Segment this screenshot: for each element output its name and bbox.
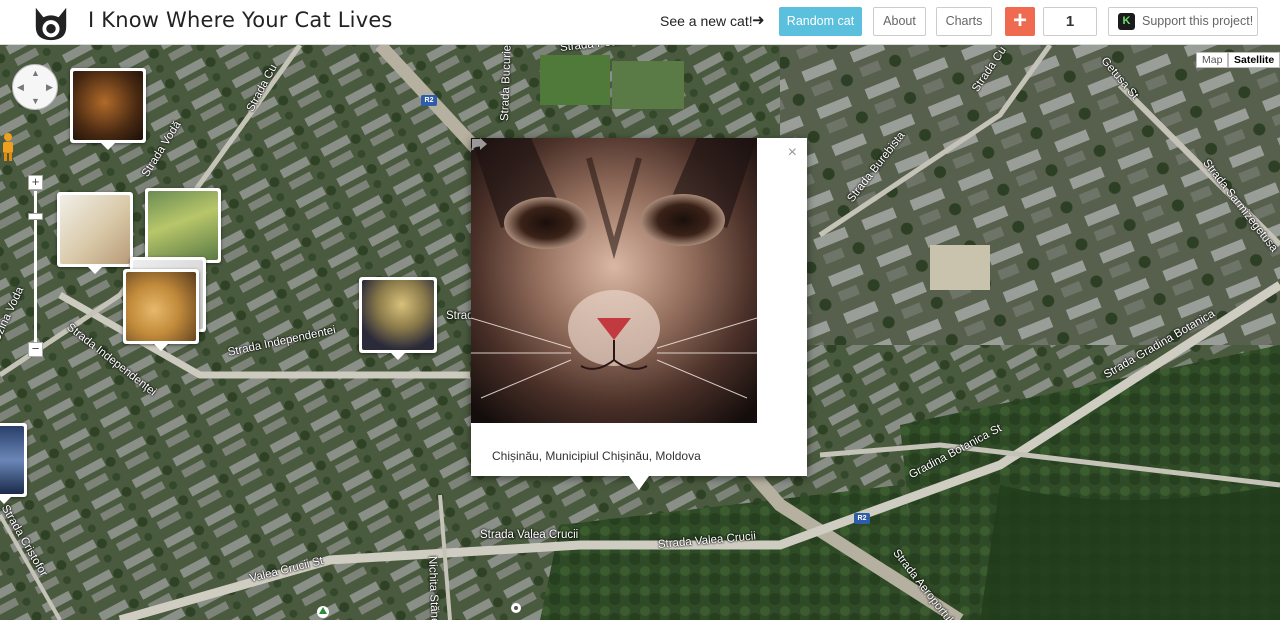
cat-popup: × Chișinău, Municipiul Chișinău, Moldova xyxy=(471,138,807,490)
cat-marker[interactable] xyxy=(57,192,133,274)
pan-right-icon[interactable]: ▶ xyxy=(46,82,53,93)
pan-left-icon[interactable]: ◀ xyxy=(17,82,24,93)
cat-photo[interactable] xyxy=(471,138,757,423)
street-view-pegman-icon[interactable] xyxy=(0,132,16,162)
share-arrow-icon[interactable] xyxy=(471,138,487,151)
site-title[interactable]: I Know Where Your Cat Lives xyxy=(88,8,393,32)
satellite-map[interactable]: Strada Cu Strada Independenței Strada In… xyxy=(0,45,1280,620)
map-type-map-button[interactable]: Map xyxy=(1196,52,1229,68)
pan-up-icon[interactable]: ▲ xyxy=(31,68,40,78)
route-badge: R2 xyxy=(854,513,870,524)
cat-location: Chișinău, Municipiul Chișinău, Moldova xyxy=(492,449,701,463)
plus-count: 1 xyxy=(1043,7,1097,36)
pan-control[interactable]: ▲ ◀ ▶ ▼ xyxy=(12,64,58,110)
poi-icon xyxy=(511,603,521,613)
map-label: Strada Valea Crucii xyxy=(480,529,579,541)
random-cat-button[interactable]: Random cat xyxy=(779,7,862,36)
zoom-out-button[interactable]: − xyxy=(28,342,43,357)
route-badge: R2 xyxy=(421,95,437,106)
map-type-satellite-button[interactable]: Satellite xyxy=(1228,52,1280,68)
arrow-right-icon: ➜ xyxy=(752,12,765,29)
pan-down-icon[interactable]: ▼ xyxy=(31,96,40,106)
tree-poi-icon xyxy=(317,606,329,618)
cat-head-logo-icon[interactable] xyxy=(32,4,70,42)
cat-marker[interactable] xyxy=(0,423,27,504)
cat-marker[interactable] xyxy=(123,269,199,351)
zoom-in-button[interactable]: + xyxy=(28,175,43,190)
kickstarter-icon: K xyxy=(1118,13,1135,30)
top-navbar: I Know Where Your Cat Lives See a new ca… xyxy=(0,0,1280,45)
cat-marker[interactable] xyxy=(70,68,146,150)
cat-marker[interactable] xyxy=(145,188,221,270)
plus-one-button[interactable]: + xyxy=(1005,7,1035,36)
see-new-cat-label: See a new cat! xyxy=(660,13,753,29)
cat-marker[interactable] xyxy=(359,277,437,360)
zoom-slider-thumb[interactable] xyxy=(28,213,43,220)
close-icon[interactable]: × xyxy=(788,144,797,162)
about-button[interactable]: About xyxy=(873,7,926,36)
charts-button[interactable]: Charts xyxy=(936,7,992,36)
